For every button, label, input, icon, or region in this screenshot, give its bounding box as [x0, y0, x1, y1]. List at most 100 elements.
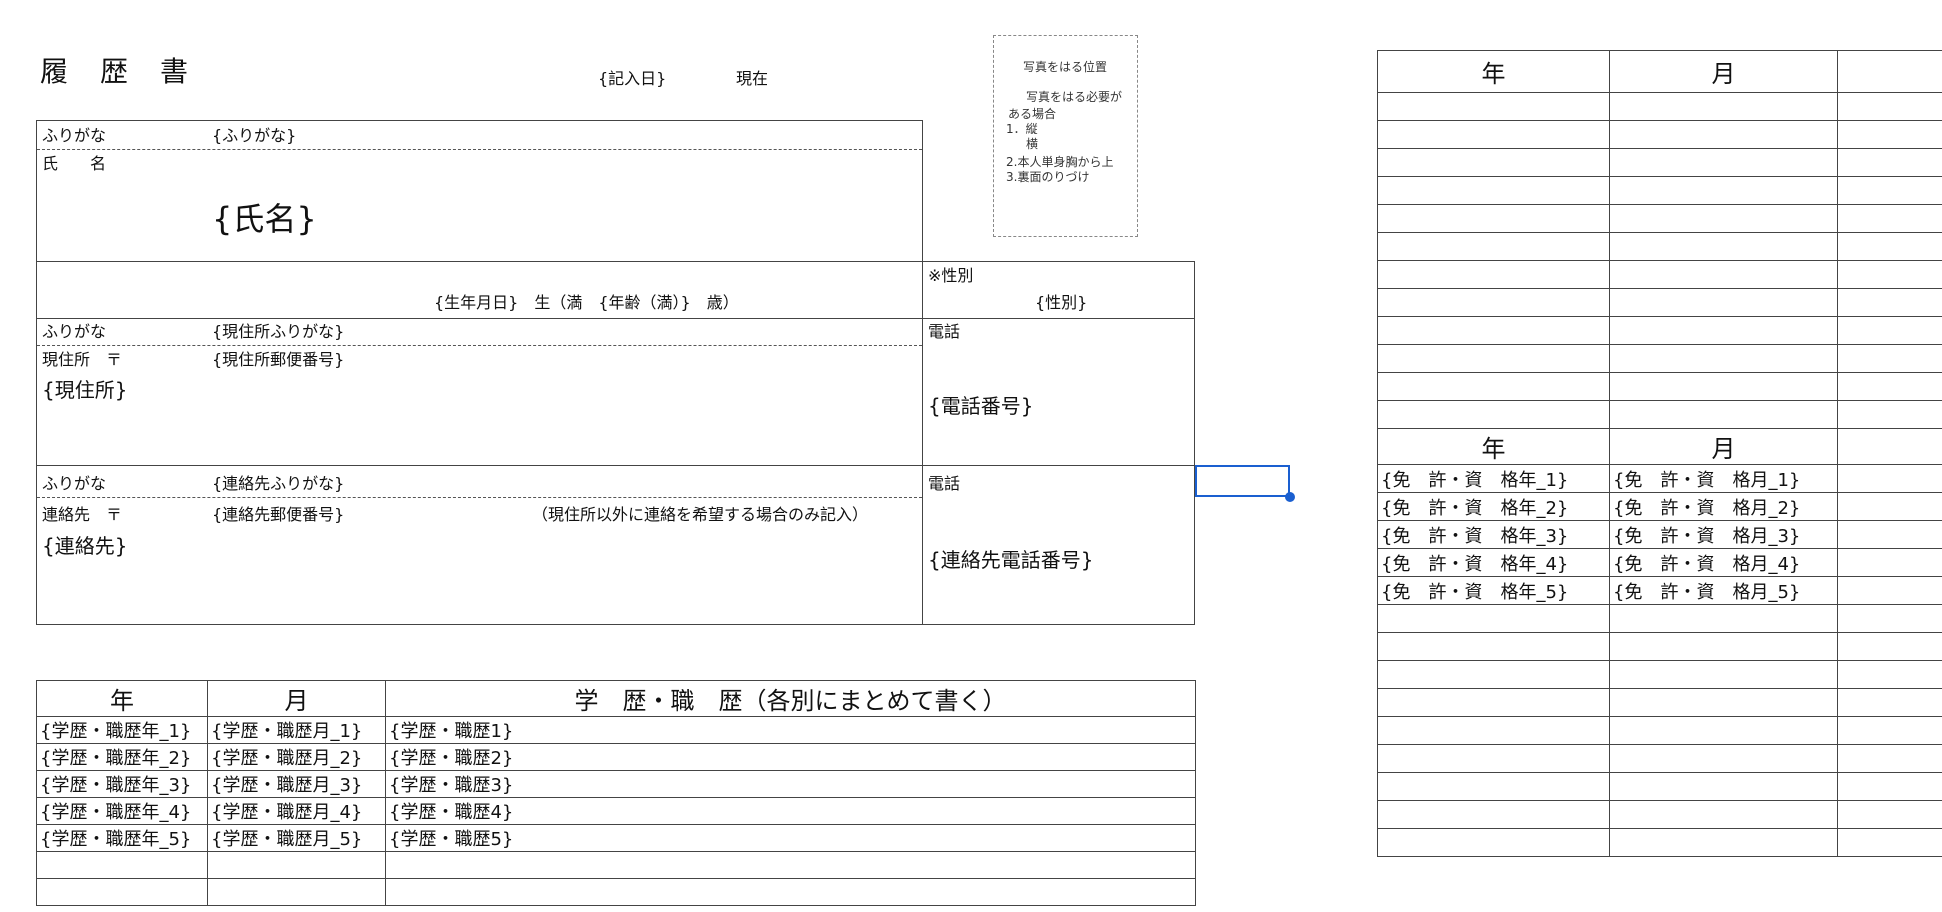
- address-value[interactable]: {現住所}: [42, 380, 127, 400]
- history-year-cell[interactable]: [36, 851, 208, 879]
- right-detail-cell[interactable]: [1837, 148, 1942, 177]
- right-month-cell[interactable]: [1609, 92, 1838, 121]
- right-month-cell[interactable]: [1609, 688, 1838, 717]
- right-month-cell[interactable]: [1609, 772, 1838, 801]
- right-month-cell[interactable]: [1609, 316, 1838, 345]
- right-year-cell[interactable]: [1377, 660, 1610, 689]
- right-detail-cell[interactable]: [1837, 772, 1942, 801]
- history-year-cell[interactable]: {学歴・職歴年_2}: [36, 743, 208, 771]
- history-month-cell[interactable]: {学歴・職歴月_3}: [207, 770, 386, 798]
- license-year-cell[interactable]: {免 許・資 格年_3}: [1377, 520, 1610, 549]
- right-month-cell[interactable]: [1609, 204, 1838, 233]
- contact-phone-value[interactable]: {連絡先電話番号}: [928, 550, 1093, 570]
- history-month-cell[interactable]: {学歴・職歴月_2}: [207, 743, 386, 771]
- fill-handle[interactable]: [1285, 492, 1295, 502]
- right-month-cell[interactable]: [1609, 716, 1838, 745]
- history-detail-cell[interactable]: [385, 878, 1196, 906]
- right-detail-cell[interactable]: [1837, 232, 1942, 261]
- gender-value[interactable]: {性別}: [1035, 295, 1087, 311]
- right-month-cell[interactable]: [1609, 632, 1838, 661]
- right-year-cell[interactable]: [1377, 744, 1610, 773]
- right-year-cell[interactable]: [1377, 316, 1610, 345]
- license-detail-cell[interactable]: [1837, 576, 1942, 605]
- right-month-cell[interactable]: [1609, 372, 1838, 401]
- license-detail-cell[interactable]: [1837, 492, 1942, 521]
- license-month-cell[interactable]: {免 許・資 格月_2}: [1609, 492, 1838, 521]
- history-month-cell[interactable]: [207, 851, 386, 879]
- right-year-cell[interactable]: [1377, 176, 1610, 205]
- history-detail-cell[interactable]: [385, 851, 1196, 879]
- right-detail-cell[interactable]: [1837, 344, 1942, 373]
- license-year-cell[interactable]: {免 許・資 格年_1}: [1377, 464, 1610, 493]
- right-month-cell[interactable]: [1609, 120, 1838, 149]
- license-month-cell[interactable]: {免 許・資 格月_1}: [1609, 464, 1838, 493]
- right-detail-cell[interactable]: [1837, 828, 1942, 857]
- right-month-cell[interactable]: [1609, 744, 1838, 773]
- history-year-cell[interactable]: {学歴・職歴年_3}: [36, 770, 208, 798]
- contact-furigana-value[interactable]: {連絡先ふりがな}: [212, 476, 344, 492]
- history-year-cell[interactable]: {学歴・職歴年_5}: [36, 824, 208, 852]
- name-furigana-value[interactable]: {ふりがな}: [212, 128, 296, 144]
- history-month-cell[interactable]: {学歴・職歴月_5}: [207, 824, 386, 852]
- right-year-cell[interactable]: [1377, 344, 1610, 373]
- right-year-cell[interactable]: [1377, 260, 1610, 289]
- right-month-cell[interactable]: [1609, 344, 1838, 373]
- right-month-cell[interactable]: [1609, 604, 1838, 633]
- license-year-cell[interactable]: {免 許・資 格年_4}: [1377, 548, 1610, 577]
- history-year-cell[interactable]: [36, 878, 208, 906]
- history-detail-cell[interactable]: {学歴・職歴1}: [385, 716, 1196, 744]
- license-month-cell[interactable]: {免 許・資 格月_4}: [1609, 548, 1838, 577]
- right-year-cell[interactable]: [1377, 288, 1610, 317]
- license-detail-cell[interactable]: [1837, 548, 1942, 577]
- license-month-cell[interactable]: {免 許・資 格月_3}: [1609, 520, 1838, 549]
- history-month-cell[interactable]: [207, 878, 386, 906]
- right-year-cell[interactable]: [1377, 716, 1610, 745]
- history-month-cell[interactable]: {学歴・職歴月_4}: [207, 797, 386, 825]
- right-year-cell[interactable]: [1377, 372, 1610, 401]
- right-year-cell[interactable]: [1377, 604, 1610, 633]
- license-detail-cell[interactable]: [1837, 520, 1942, 549]
- right-month-cell[interactable]: [1609, 288, 1838, 317]
- history-year-cell[interactable]: {学歴・職歴年_1}: [36, 716, 208, 744]
- address-furigana-value[interactable]: {現住所ふりがな}: [212, 324, 344, 340]
- contact-value[interactable]: {連絡先}: [42, 536, 127, 556]
- history-detail-cell[interactable]: {学歴・職歴3}: [385, 770, 1196, 798]
- right-year-cell[interactable]: [1377, 120, 1610, 149]
- history-year-cell[interactable]: {学歴・職歴年_4}: [36, 797, 208, 825]
- right-year-cell[interactable]: [1377, 148, 1610, 177]
- right-detail-cell[interactable]: [1837, 800, 1942, 829]
- history-detail-cell[interactable]: {学歴・職歴2}: [385, 743, 1196, 771]
- right-detail-cell[interactable]: [1837, 204, 1942, 233]
- right-year-cell[interactable]: [1377, 204, 1610, 233]
- right-month-cell[interactable]: [1609, 176, 1838, 205]
- right-detail-cell[interactable]: [1837, 688, 1942, 717]
- right-detail-cell[interactable]: [1837, 176, 1942, 205]
- right-detail-cell[interactable]: [1837, 400, 1942, 429]
- selected-cell[interactable]: [1195, 465, 1290, 497]
- right-detail-cell[interactable]: [1837, 316, 1942, 345]
- name-value[interactable]: {氏名}: [212, 203, 317, 235]
- license-year-cell[interactable]: {免 許・資 格年_2}: [1377, 492, 1610, 521]
- birth-text[interactable]: {生年月日} 生（満 {年齢（満）} 歳）: [434, 295, 739, 311]
- address-postal-value[interactable]: {現住所郵便番号}: [212, 352, 344, 368]
- right-detail-cell[interactable]: [1837, 372, 1942, 401]
- license-year-cell[interactable]: {免 許・資 格年_5}: [1377, 576, 1610, 605]
- right-year-cell[interactable]: [1377, 772, 1610, 801]
- right-month-cell[interactable]: [1609, 148, 1838, 177]
- right-year-cell[interactable]: [1377, 232, 1610, 261]
- right-detail-cell[interactable]: [1837, 288, 1942, 317]
- right-month-cell[interactable]: [1609, 400, 1838, 429]
- right-detail-cell[interactable]: [1837, 92, 1942, 121]
- right-year-cell[interactable]: [1377, 828, 1610, 857]
- right-detail-cell[interactable]: [1837, 604, 1942, 633]
- history-month-cell[interactable]: {学歴・職歴月_1}: [207, 716, 386, 744]
- right-year-cell[interactable]: [1377, 400, 1610, 429]
- history-detail-cell[interactable]: {学歴・職歴4}: [385, 797, 1196, 825]
- contact-postal-value[interactable]: {連絡先郵便番号}: [212, 507, 344, 523]
- right-year-cell[interactable]: [1377, 688, 1610, 717]
- right-detail-cell[interactable]: [1837, 716, 1942, 745]
- right-detail-cell[interactable]: [1837, 632, 1942, 661]
- right-year-cell[interactable]: [1377, 800, 1610, 829]
- history-detail-cell[interactable]: {学歴・職歴5}: [385, 824, 1196, 852]
- phone-value[interactable]: {電話番号}: [928, 396, 1033, 416]
